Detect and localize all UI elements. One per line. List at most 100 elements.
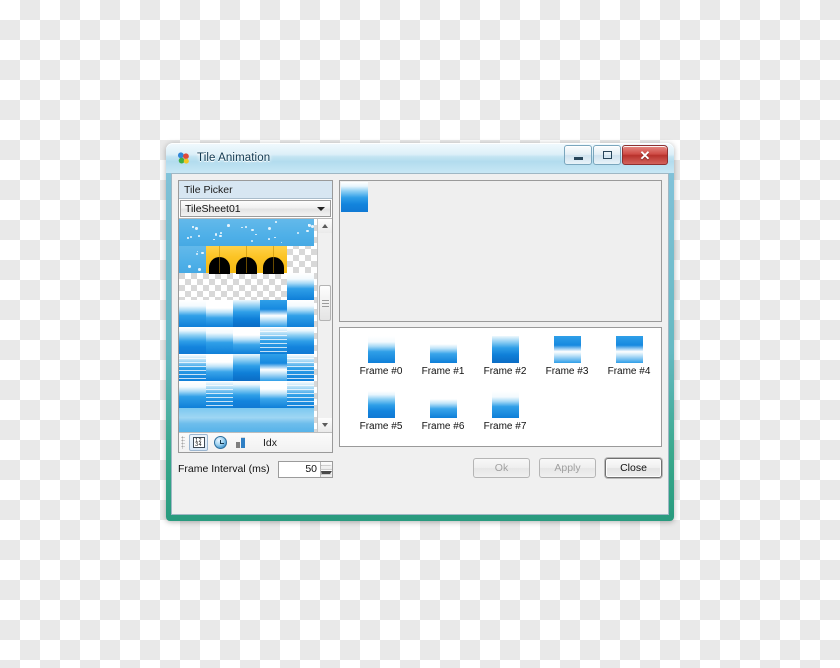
tile-cell[interactable] (179, 300, 206, 327)
tile-cell[interactable] (287, 273, 314, 300)
frame-thumbnail (554, 336, 581, 363)
frame-item[interactable]: Frame #4 (598, 336, 660, 377)
tile-cell[interactable] (179, 408, 206, 432)
tile-grid[interactable] (179, 219, 317, 432)
tile-cell[interactable] (206, 219, 233, 246)
tile-cell[interactable] (233, 408, 260, 432)
frame-label: Frame #1 (422, 366, 465, 377)
time-mode-button[interactable] (212, 435, 229, 450)
index-mode-button[interactable]: 12 34 (189, 434, 208, 451)
bubble-dot (306, 230, 308, 232)
tile-picker-toolbar: 12 34 Idx (179, 432, 332, 452)
tile-animation-icon (176, 151, 191, 166)
grip-icon (322, 303, 329, 304)
tile-cell[interactable] (206, 354, 233, 381)
toolbar-drag-handle[interactable] (181, 436, 185, 449)
tile-cell[interactable] (287, 354, 314, 381)
tile-cell[interactable] (287, 219, 314, 246)
tile-cell[interactable] (233, 327, 260, 354)
title-bar[interactable]: Tile Animation ✕ (171, 143, 669, 173)
bubble-dot (251, 240, 253, 242)
tile-cell[interactable] (233, 354, 260, 381)
tile-cell[interactable] (287, 408, 314, 432)
frame-item[interactable]: Frame #0 (350, 336, 412, 377)
tile-cell[interactable] (179, 246, 206, 273)
tile-cell[interactable] (260, 219, 287, 246)
bubble-dot (198, 235, 200, 237)
frame-thumbnail (492, 391, 519, 418)
tile-animation-window: Tile Animation ✕ Tile Picker TileSheet01 (166, 143, 674, 521)
frame-item[interactable]: Frame #6 (412, 391, 474, 432)
frame-interval-stepper[interactable]: 50 (278, 461, 333, 478)
bubble-dot (195, 227, 197, 229)
stepper-up-button[interactable] (320, 462, 332, 470)
bubble-dot (311, 225, 314, 228)
tile-cell[interactable] (206, 327, 233, 354)
ok-button[interactable]: Ok (473, 458, 530, 478)
frame-label: Frame #4 (608, 366, 651, 377)
tile-cell[interactable] (233, 300, 260, 327)
tilesheet-combobox[interactable]: TileSheet01 (180, 200, 331, 217)
tile-cell[interactable] (260, 300, 287, 327)
tile-cell[interactable] (260, 246, 287, 273)
bubble-dot (196, 253, 198, 255)
frame-thumbnail (368, 391, 395, 418)
scroll-up-button[interactable] (318, 219, 332, 233)
frame-item[interactable]: Frame #7 (474, 391, 536, 432)
frame-item[interactable]: Frame #5 (350, 391, 412, 432)
tile-cell[interactable] (260, 354, 287, 381)
tile-cell[interactable] (287, 300, 314, 327)
bubble-dot (188, 265, 191, 268)
tile-cell[interactable] (206, 381, 233, 408)
bubble-dot (251, 229, 253, 231)
tile-picker-panel: Tile Picker TileSheet01 12 34 Idx (178, 180, 333, 453)
tile-cell[interactable] (287, 327, 314, 354)
tile-cell[interactable] (179, 219, 206, 246)
tile-grid-scrollbar[interactable] (317, 219, 332, 432)
tile-cell[interactable] (287, 381, 314, 408)
maximize-button[interactable] (593, 145, 621, 165)
close-button[interactable]: Close (605, 458, 662, 478)
close-button-label: Close (620, 462, 647, 474)
frame-list[interactable]: Frame #0 Frame #1 Frame #2 Frame #3 Frame #4… (339, 327, 662, 447)
tile-cell[interactable] (179, 381, 206, 408)
tile-cell[interactable] (233, 381, 260, 408)
frame-label: Frame #3 (546, 366, 589, 377)
frame-item[interactable]: Frame #2 (474, 336, 536, 377)
tile-cell[interactable] (206, 300, 233, 327)
tile-cell[interactable] (233, 219, 260, 246)
frame-label: Frame #7 (484, 421, 527, 432)
tile-cell[interactable] (206, 408, 233, 432)
close-window-button[interactable]: ✕ (622, 145, 668, 165)
maximize-icon (603, 151, 612, 159)
scrollbar-thumb[interactable] (319, 285, 331, 321)
bubble-dot (201, 252, 204, 255)
frame-thumbnail (368, 336, 395, 363)
scroll-down-button[interactable] (318, 418, 332, 432)
chart-mode-button[interactable] (233, 435, 250, 450)
tile-cell[interactable] (206, 246, 233, 273)
bubble-dot (192, 226, 193, 227)
tile-cell[interactable] (260, 327, 287, 354)
bubble-dot (213, 239, 215, 241)
frame-item[interactable]: Frame #3 (536, 336, 598, 377)
tile-cell[interactable] (179, 354, 206, 381)
frame-item[interactable]: Frame #1 (412, 336, 474, 377)
frame-interval-value[interactable]: 50 (279, 463, 320, 475)
frame-label: Frame #0 (360, 366, 403, 377)
tile-cell[interactable] (179, 327, 206, 354)
tile-cell[interactable] (233, 246, 260, 273)
tile-cell[interactable] (260, 381, 287, 408)
dialog-client-area: Tile Picker TileSheet01 12 34 Idx Frame … (171, 173, 669, 515)
bubble-dot (297, 232, 299, 234)
animation-preview[interactable] (339, 180, 662, 322)
triangle-down-icon (322, 423, 328, 427)
frame-thumbnail (430, 391, 457, 418)
stepper-down-button[interactable] (320, 470, 332, 477)
minimize-button[interactable] (564, 145, 592, 165)
apply-button[interactable]: Apply (539, 458, 596, 478)
bubble-dot (187, 237, 188, 238)
window-title: Tile Animation (197, 152, 270, 164)
tile-cell[interactable] (260, 408, 287, 432)
tile-picker-column: Tile Picker TileSheet01 12 34 Idx Frame … (178, 180, 333, 480)
